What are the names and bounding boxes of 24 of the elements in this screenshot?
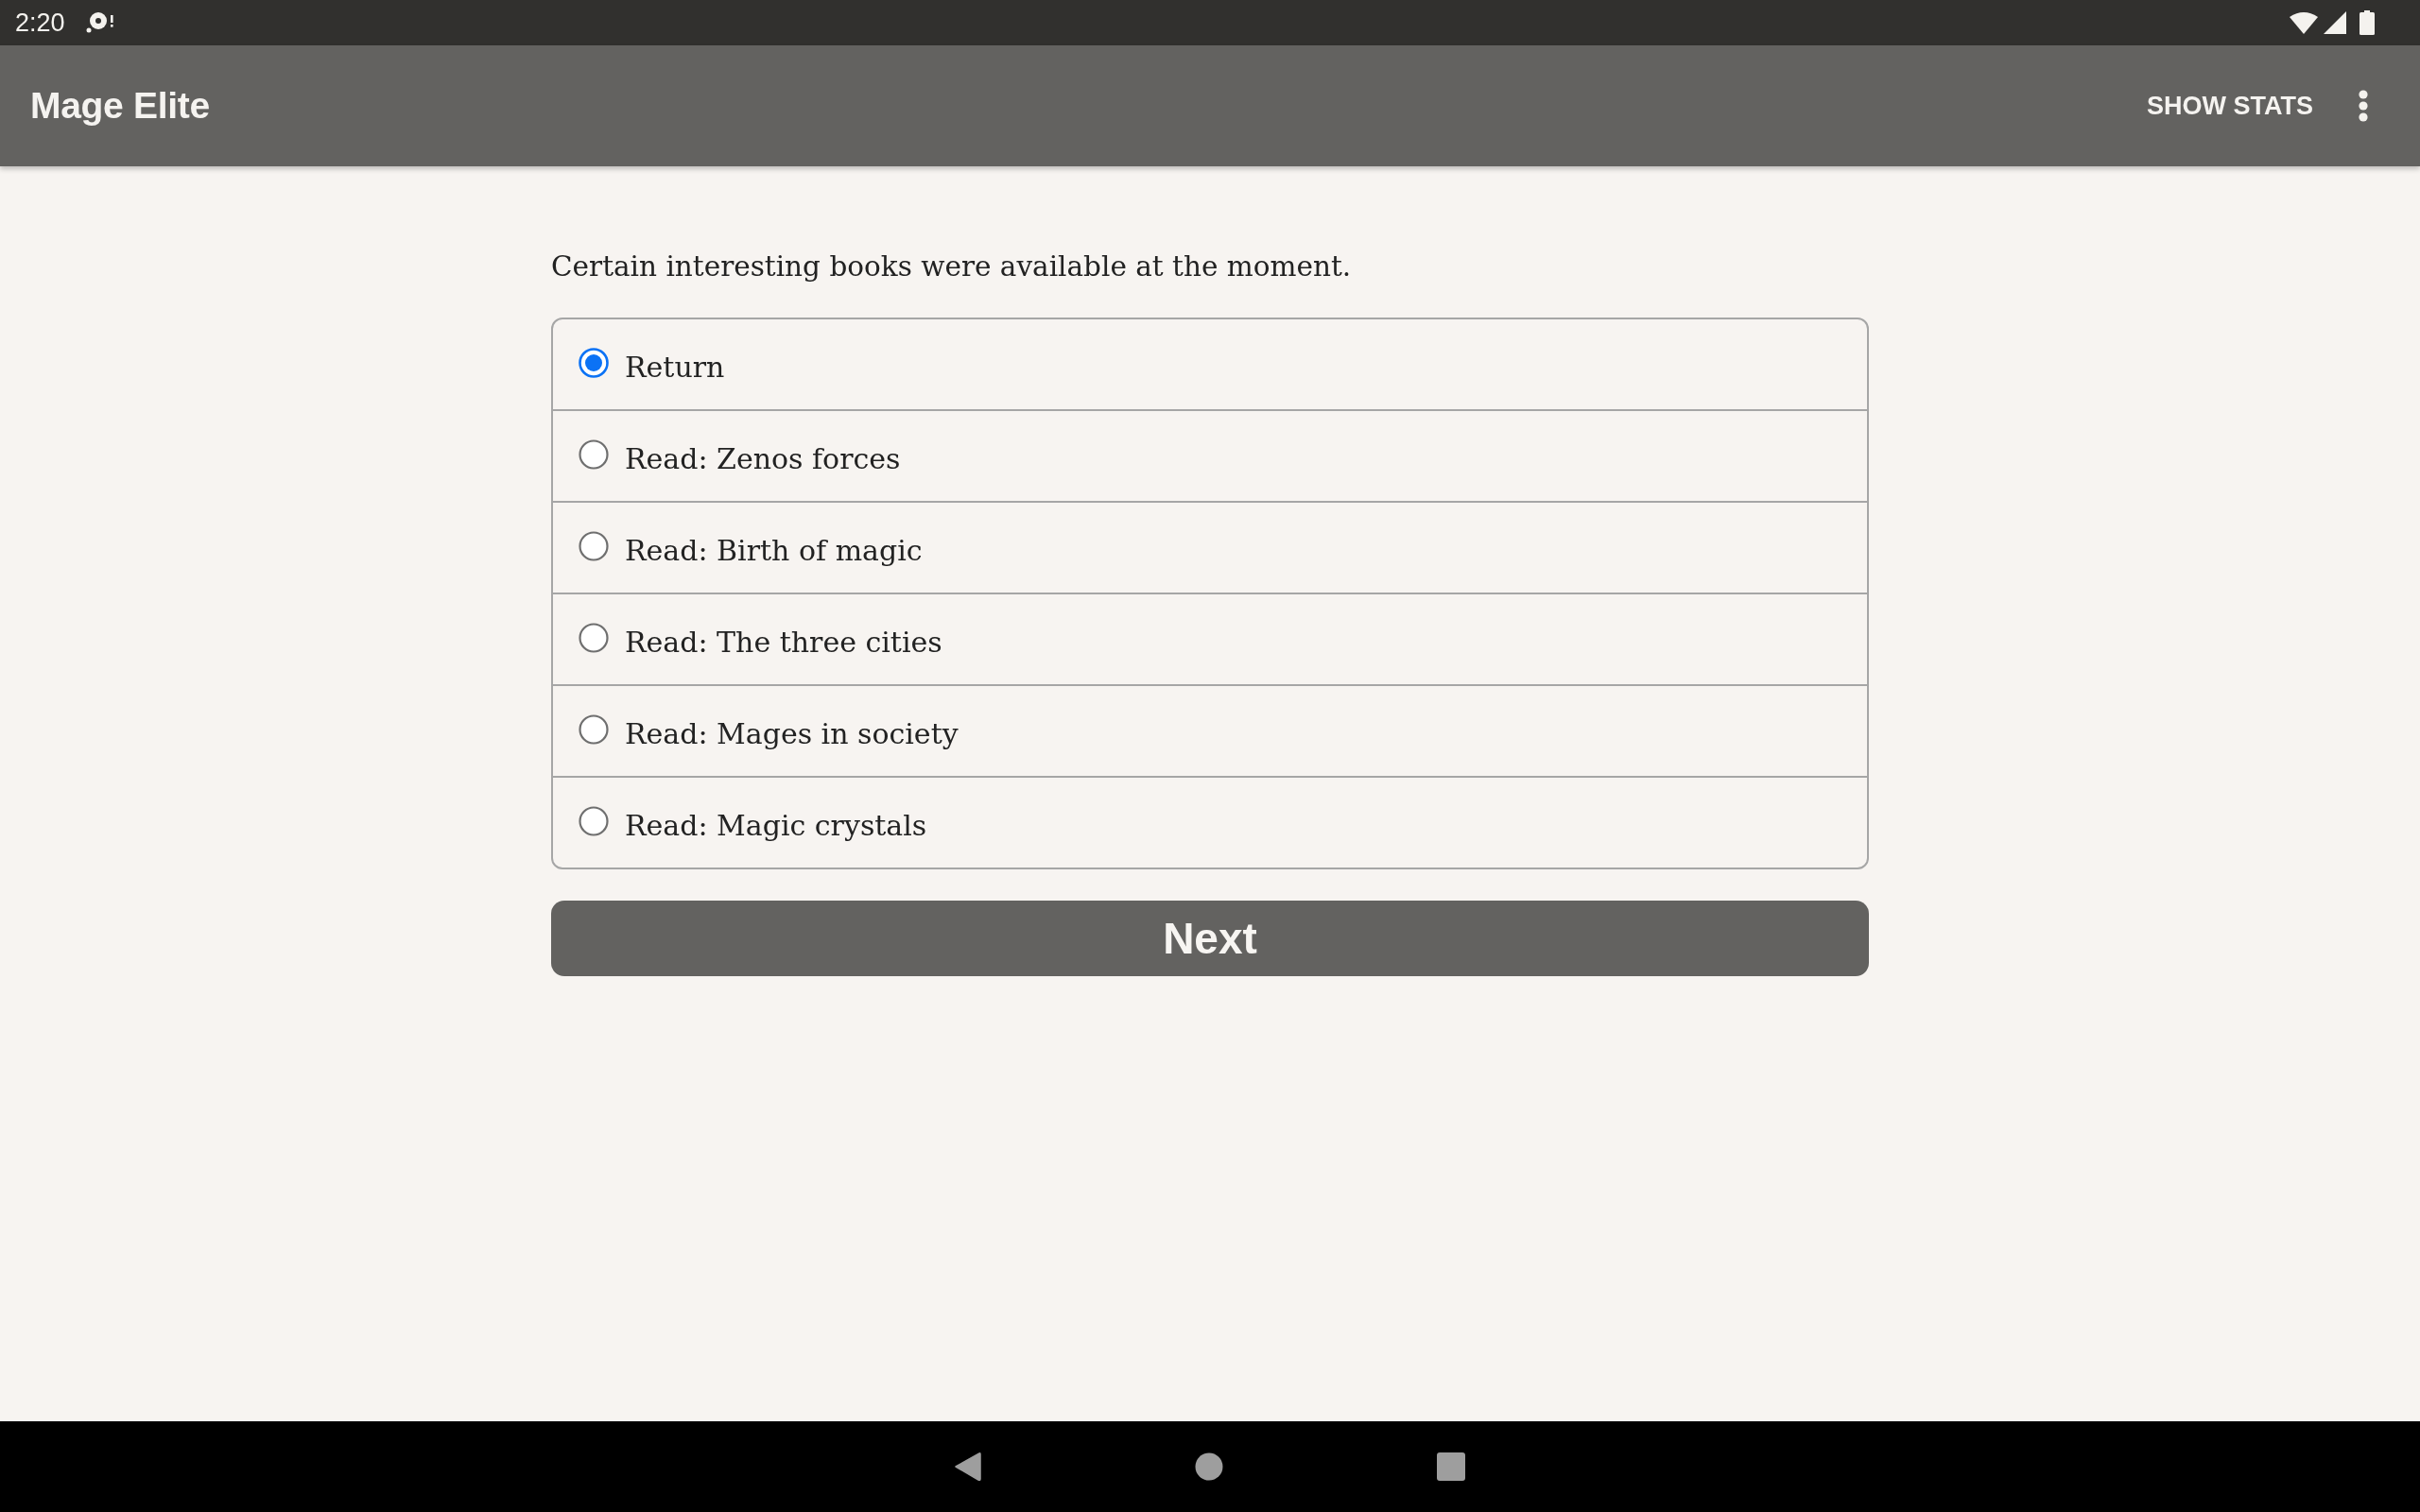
radio-button[interactable] <box>579 347 609 378</box>
radio-button[interactable] <box>579 530 609 561</box>
disc-alert-icon <box>85 11 114 34</box>
signal-icon <box>2324 11 2346 34</box>
prompt-text: Certain interesting books were available at the moment. <box>551 249 1353 284</box>
back-icon[interactable] <box>955 1452 981 1482</box>
radio-button[interactable] <box>579 805 609 836</box>
next-button[interactable]: Next <box>551 901 1869 976</box>
status-time: 2:20 <box>15 8 65 38</box>
choice-option[interactable]: Read: The three cities <box>553 593 1867 684</box>
wifi-icon <box>2290 11 2318 34</box>
home-icon[interactable] <box>1195 1452 1223 1481</box>
more-menu-icon[interactable] <box>2359 90 2368 122</box>
choice-option[interactable]: Read: Magic crystals <box>553 776 1867 868</box>
radio-button[interactable] <box>579 713 609 745</box>
choice-option[interactable]: Read: Birth of magic <box>553 501 1867 593</box>
choice-option[interactable]: Return <box>553 319 1867 409</box>
app-title: Mage Elite <box>30 85 210 127</box>
battery-icon <box>2360 10 2375 35</box>
radio-button[interactable] <box>579 622 609 653</box>
choice-option[interactable]: Read: Zenos forces <box>553 409 1867 501</box>
radio-button[interactable] <box>579 438 609 470</box>
choice-option[interactable]: Read: Mages in society <box>553 684 1867 776</box>
show-stats-button[interactable]: SHOW STATS <box>2141 81 2319 130</box>
